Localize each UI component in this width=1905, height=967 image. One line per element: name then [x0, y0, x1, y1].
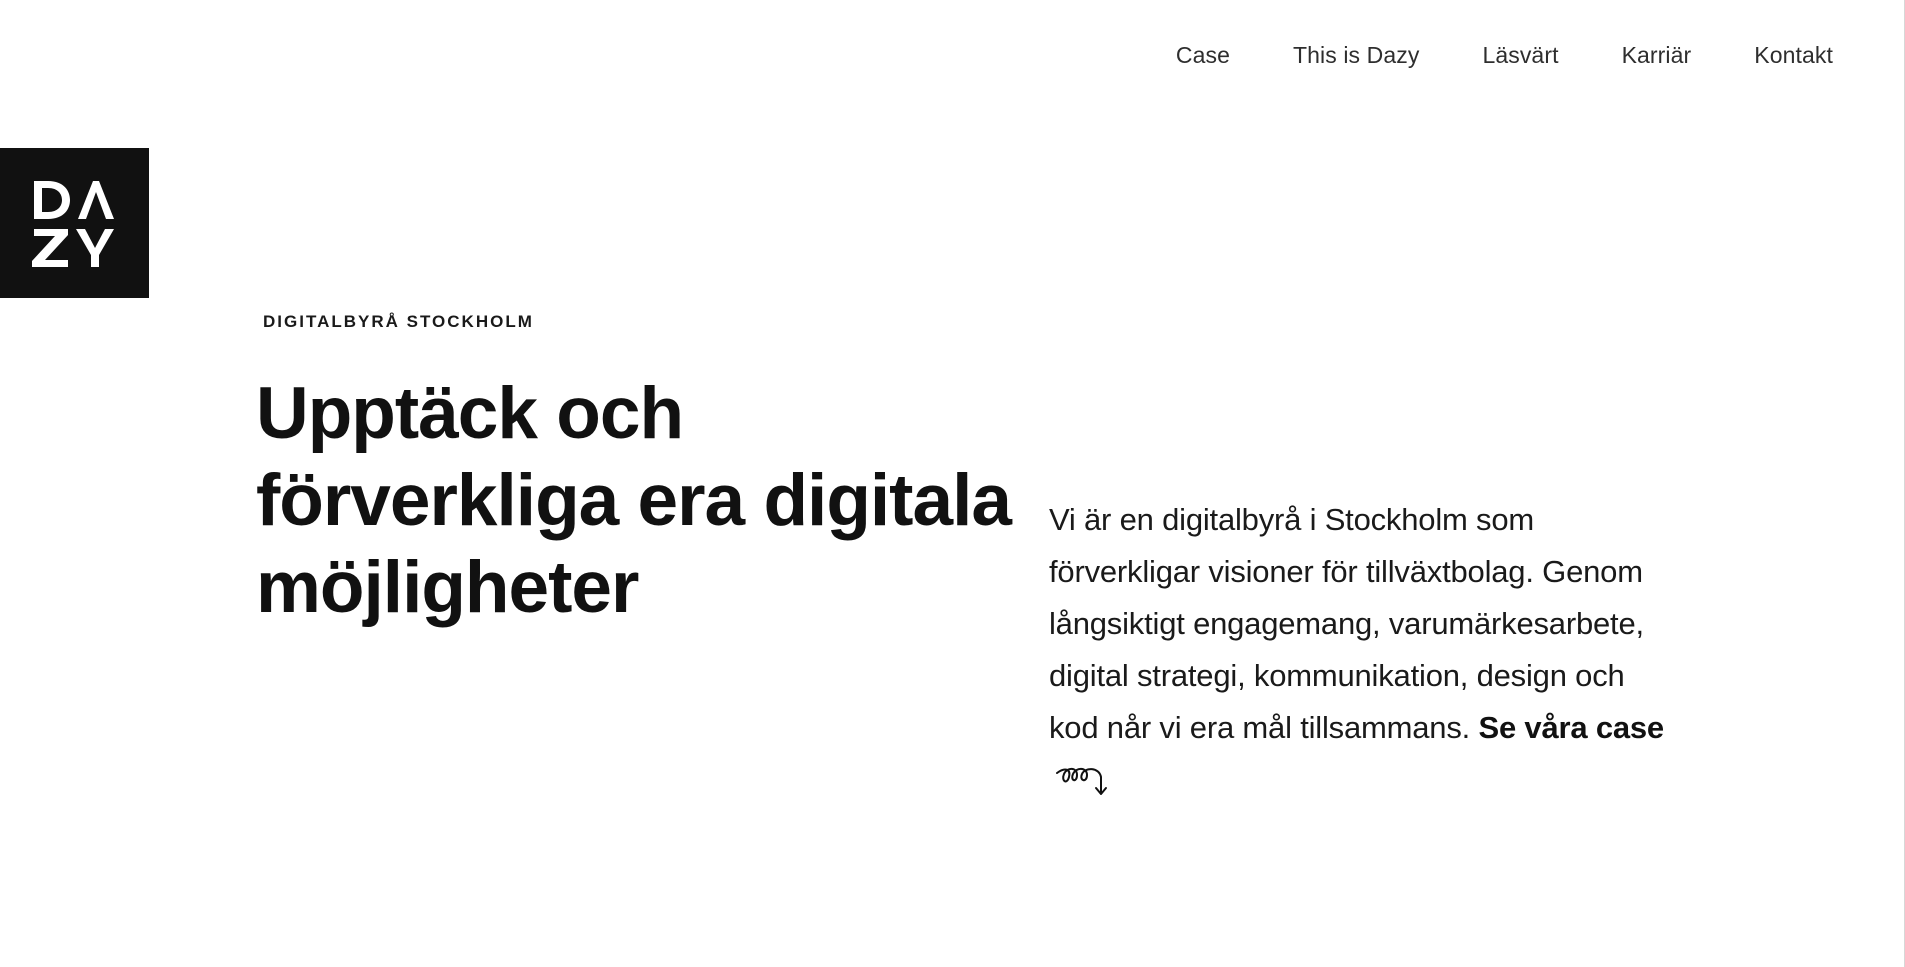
dazy-logo-mark [31, 181, 114, 267]
hero-eyebrow: DIGITALBYRÅ STOCKHOLM [263, 312, 534, 331]
dazy-logo[interactable] [0, 148, 149, 298]
see-cases-label: Se våra case [1478, 710, 1664, 745]
nav-item-case[interactable]: Case [1176, 42, 1230, 69]
nav-item-this-is-dazy[interactable]: This is Dazy [1293, 42, 1419, 69]
nav-item-lasvart[interactable]: Läsvärt [1482, 42, 1558, 69]
hero-intro-text: Vi är en digitalbyrå i Stockholm som för… [1049, 502, 1644, 745]
hero-headline: Upptäck och förverkliga era digitala möj… [256, 373, 1012, 628]
hero-intro: Vi är en digitalbyrå i Stockholm som för… [1049, 494, 1669, 809]
squiggle-arrow-down-icon [1055, 759, 1111, 813]
nav-item-karriar[interactable]: Karriär [1622, 42, 1692, 69]
main-navigation: Case This is Dazy Läsvärt Karriär Kontak… [1176, 42, 1833, 69]
page: Case This is Dazy Läsvärt Karriär Kontak… [0, 0, 1905, 967]
nav-item-kontakt[interactable]: Kontakt [1754, 42, 1833, 69]
